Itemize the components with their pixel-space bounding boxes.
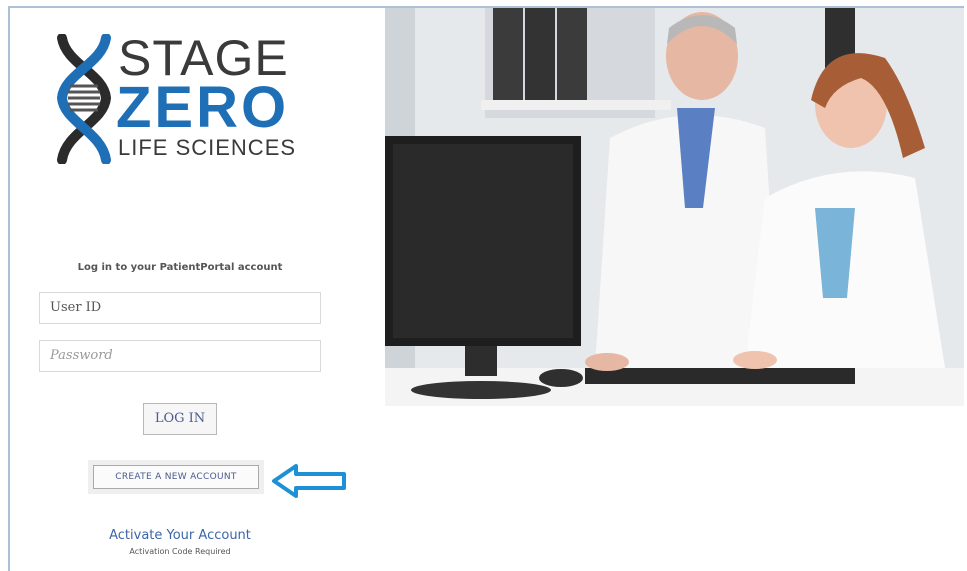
doctors-photo: [385, 8, 964, 406]
logo-zero-text: ZERO: [116, 75, 290, 140]
login-button[interactable]: LOG IN: [143, 403, 217, 435]
activation-code-note: Activation Code Required: [129, 547, 231, 556]
password-field[interactable]: Password: [39, 340, 321, 372]
login-heading: Log in to your PatientPortal account: [77, 262, 283, 273]
stage-zero-logo: STAGE ZERO LIFE SCIENCES: [56, 30, 316, 164]
left-arrow-icon: [272, 464, 346, 498]
create-account-button[interactable]: CREATE A NEW ACCOUNT: [93, 465, 259, 489]
activate-account-link[interactable]: Activate Your Account: [90, 528, 270, 543]
user-id-field[interactable]: User ID: [39, 292, 321, 324]
logo-life-sciences-text: LIFE SCIENCES: [118, 135, 297, 160]
dna-helix-icon: [56, 34, 112, 164]
create-account-highlight: CREATE A NEW ACCOUNT: [88, 460, 264, 494]
